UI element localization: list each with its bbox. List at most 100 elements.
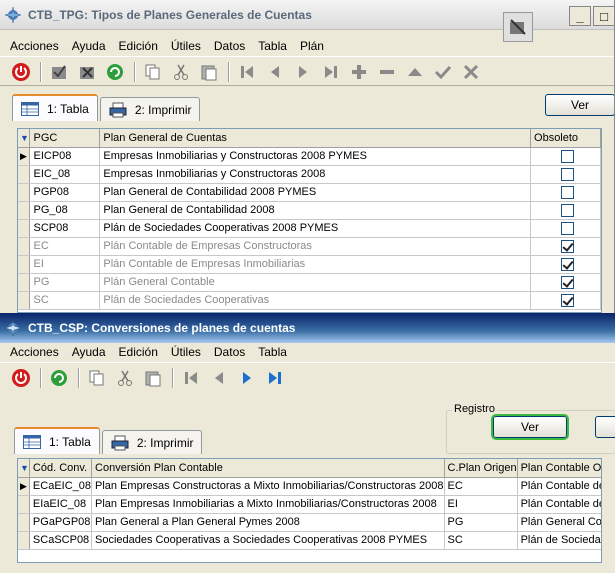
cell-code[interactable]: SC bbox=[29, 291, 101, 310]
cell-code[interactable]: SCP08 bbox=[29, 219, 101, 238]
power-icon[interactable] bbox=[10, 367, 32, 389]
menu-ayuda[interactable]: Ayuda bbox=[72, 345, 106, 359]
menu-utiles[interactable]: Útiles bbox=[171, 345, 201, 359]
menu-tabla[interactable]: Tabla bbox=[258, 39, 287, 53]
table-row[interactable]: EI Plán Contable de Empresas Inmobiliaria… bbox=[18, 255, 601, 274]
menu-tabla[interactable]: Tabla bbox=[258, 345, 287, 359]
cell-name[interactable]: Empresas Inmobiliarias y Constructoras 2… bbox=[99, 165, 532, 184]
delete-icon[interactable] bbox=[76, 61, 98, 83]
cell-origin[interactable]: SC bbox=[444, 531, 518, 550]
cell-origin[interactable]: EI bbox=[444, 495, 518, 514]
table-row[interactable]: ▶ EICP08 Empresas Inmobiliarias y Construc… bbox=[18, 147, 601, 166]
refresh-icon[interactable] bbox=[48, 367, 70, 389]
table-row[interactable]: PGaPGP08 Plan General a Plan General Pyme… bbox=[18, 513, 601, 532]
menu-acciones[interactable]: Acciones bbox=[10, 39, 59, 53]
plus-icon[interactable] bbox=[348, 61, 370, 83]
cell-name[interactable]: Plán General Contable bbox=[99, 273, 532, 292]
copy-icon[interactable] bbox=[142, 61, 164, 83]
cell-obsolete[interactable] bbox=[530, 183, 601, 202]
cell-origin-name[interactable]: Plán General Con bbox=[517, 513, 601, 532]
cell-origin-name[interactable]: Plán Contable de bbox=[517, 477, 601, 496]
table-row[interactable]: EIaEIC_08 Plan Empresas Inmobiliarias a M… bbox=[18, 495, 601, 514]
table-row[interactable]: PG_08 Plan General de Contabilidad 2008 bbox=[18, 201, 601, 220]
col-cod-conv[interactable]: Cód. Conv. bbox=[29, 459, 93, 478]
cell-code[interactable]: PG_08 bbox=[29, 201, 101, 220]
cell-obsolete[interactable] bbox=[530, 165, 601, 184]
cell-name[interactable]: Plán de Sociedades Cooperativas bbox=[99, 291, 532, 310]
table-row[interactable]: EC Plán Contable de Empresas Constructora… bbox=[18, 237, 601, 256]
cell-origin[interactable]: PG bbox=[444, 513, 518, 532]
cell-origin-name[interactable]: Plán Contable de bbox=[517, 495, 601, 514]
prev-icon[interactable] bbox=[264, 61, 286, 83]
up-icon[interactable] bbox=[404, 61, 426, 83]
col-plan-origen[interactable]: C.Plan Origen bbox=[444, 459, 518, 478]
table-row[interactable]: ▶ ECaEIC_08 Plan Empresas Constructoras a … bbox=[18, 477, 601, 496]
last-icon[interactable] bbox=[320, 61, 342, 83]
obsolete-checkbox[interactable] bbox=[560, 221, 574, 235]
cell-name[interactable]: Plan Empresas Inmobiliarias a Mixto Inmo… bbox=[91, 495, 445, 514]
cell-name[interactable]: Plán de Sociedades Cooperativas 2008 PYM… bbox=[99, 219, 532, 238]
sort-indicator[interactable]: ▼ bbox=[18, 459, 30, 478]
cell-name[interactable]: Plan General de Contabilidad 2008 bbox=[99, 201, 532, 220]
obsolete-checkbox[interactable] bbox=[560, 257, 574, 271]
obsolete-checkbox[interactable] bbox=[560, 239, 574, 253]
obsolete-checkbox[interactable] bbox=[560, 203, 574, 217]
menu-edicion[interactable]: Edición bbox=[119, 39, 158, 53]
cell-code[interactable]: EC bbox=[29, 237, 101, 256]
cell-code[interactable]: ECaEIC_08 bbox=[29, 477, 93, 496]
table-row[interactable]: SCP08 Plán de Sociedades Cooperativas 200… bbox=[18, 219, 601, 238]
ver-button[interactable]: Ver bbox=[491, 414, 569, 440]
table-row[interactable]: SCaSCP08 Sociedades Cooperativas a Socied… bbox=[18, 531, 601, 550]
sort-indicator[interactable]: ▼ bbox=[18, 129, 31, 148]
col-conversion[interactable]: Conversión Plan Contable bbox=[91, 459, 445, 478]
obsolete-checkbox[interactable] bbox=[560, 167, 574, 181]
maximize-button[interactable]: □ bbox=[593, 6, 614, 26]
prev-icon[interactable] bbox=[208, 367, 230, 389]
tab-imprimir[interactable]: 2: Imprimir bbox=[99, 97, 201, 121]
cell-name[interactable]: Plan Empresas Constructoras a Mixto Inmo… bbox=[91, 477, 445, 496]
cell-origin[interactable]: EC bbox=[444, 477, 518, 496]
table-row[interactable]: EIC_08 Empresas Inmobiliarias y Construct… bbox=[18, 165, 601, 184]
menu-edicion[interactable]: Edición bbox=[119, 345, 158, 359]
cut-icon[interactable] bbox=[170, 61, 192, 83]
tab-imprimir[interactable]: 2: Imprimir bbox=[101, 430, 203, 454]
paste-icon[interactable] bbox=[142, 367, 164, 389]
cell-obsolete[interactable] bbox=[530, 147, 601, 166]
cell-code[interactable]: SCaSCP08 bbox=[29, 531, 93, 550]
ver-button[interactable]: Ver bbox=[545, 94, 614, 116]
next-icon[interactable] bbox=[292, 61, 314, 83]
window2-titlebar[interactable]: CTB_CSP: Conversiones de planes de cuent… bbox=[0, 313, 615, 343]
first-icon[interactable] bbox=[236, 61, 258, 83]
obsolete-checkbox[interactable] bbox=[560, 149, 574, 163]
minimize-button[interactable]: _ bbox=[569, 6, 591, 26]
power-icon[interactable] bbox=[10, 61, 32, 83]
cell-obsolete[interactable] bbox=[530, 255, 601, 274]
tab-tabla[interactable]: 1: Tabla bbox=[12, 94, 98, 121]
cell-obsolete[interactable] bbox=[530, 237, 601, 256]
cell-code[interactable]: PGP08 bbox=[29, 183, 101, 202]
x-icon[interactable] bbox=[460, 61, 482, 83]
cell-name[interactable]: Plán Contable de Empresas Constructoras bbox=[99, 237, 532, 256]
menu-datos[interactable]: Datos bbox=[214, 39, 245, 53]
tab-tabla[interactable]: 1: Tabla bbox=[14, 427, 100, 454]
cell-name[interactable]: Plán Contable de Empresas Inmobiliarias bbox=[99, 255, 532, 274]
cell-obsolete[interactable] bbox=[530, 201, 601, 220]
cell-obsolete[interactable] bbox=[530, 219, 601, 238]
cell-name[interactable]: Sociedades Cooperativas a Sociedades Coo… bbox=[91, 531, 445, 550]
obsolete-checkbox[interactable] bbox=[560, 185, 574, 199]
cell-name[interactable]: Empresas Inmobiliarias y Constructoras 2… bbox=[99, 147, 532, 166]
cell-name[interactable]: Plan General de Contabilidad 2008 PYMES bbox=[99, 183, 532, 202]
next-icon[interactable] bbox=[236, 367, 258, 389]
cell-code[interactable]: EIC_08 bbox=[29, 165, 101, 184]
table-row[interactable]: PGP08 Plan General de Contabilidad 2008 P… bbox=[18, 183, 601, 202]
first-icon[interactable] bbox=[180, 367, 202, 389]
cut-icon[interactable] bbox=[114, 367, 136, 389]
cell-code[interactable]: PG bbox=[29, 273, 101, 292]
col-pgc[interactable]: PGC bbox=[29, 129, 101, 148]
col-obsoleto[interactable]: Obsoleto bbox=[530, 129, 601, 148]
save-icon[interactable] bbox=[48, 61, 70, 83]
col-plan-contable-ori[interactable]: Plan Contable Ori bbox=[517, 459, 601, 478]
last-icon[interactable] bbox=[264, 367, 286, 389]
cell-obsolete[interactable] bbox=[530, 273, 601, 292]
menu-ayuda[interactable]: Ayuda bbox=[72, 39, 106, 53]
